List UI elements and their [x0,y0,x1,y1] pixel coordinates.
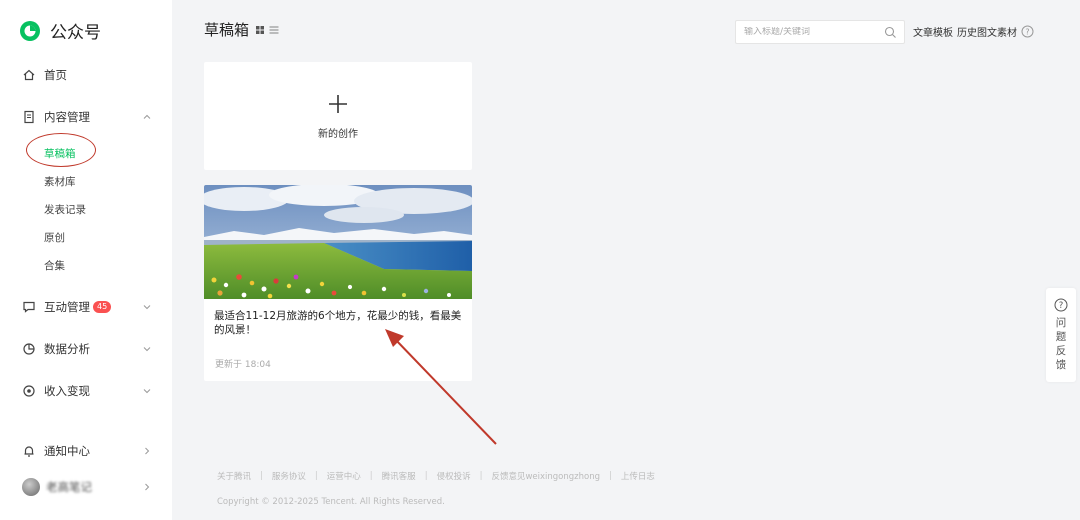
help-icon[interactable]: ? [1021,25,1034,38]
pie-chart-icon [23,343,35,355]
sidebar-subitem-publish-history[interactable]: 发表记录 [44,202,86,217]
document-icon [24,110,34,124]
new-creation-label: 新的创作 [318,128,358,140]
page-title: 草稿箱 [204,19,280,40]
sidebar-item-label: 通知中心 [44,444,90,458]
footer-separator: | [609,471,612,481]
chevron-down-icon [143,347,151,352]
sidebar-item-interaction[interactable]: 互动管理 45 [22,299,152,315]
history-materials-link[interactable]: 历史图文素材 [957,24,1017,39]
footer-link[interactable]: 腾讯客服 [382,470,416,482]
sidebar-item-content[interactable]: 内容管理 [22,109,152,125]
footer-separator: | [369,471,373,481]
sidebar-item-label: 互动管理 [44,300,90,314]
footer-link[interactable]: 运营中心 [327,470,361,482]
article-cover-image [204,185,472,299]
sidebar-item-analytics[interactable]: 数据分析 [22,341,152,357]
svg-text:?: ? [1025,27,1029,36]
footer-separator: | [314,471,318,481]
sidebar-account[interactable]: 老高笔记 [22,478,152,496]
list-view-icon[interactable] [268,25,280,35]
article-updated-time: 更新于 18:04 [215,360,271,370]
copyright: Copyright © 2012-2025 Tencent. All Right… [217,497,445,507]
home-icon [23,69,35,81]
search-icon[interactable] [884,26,897,39]
sidebar-item-label: 内容管理 [44,110,90,124]
grid-view-icon[interactable] [255,25,265,35]
question-icon: ? [1054,298,1068,312]
sidebar-subitem-materials[interactable]: 素材库 [44,174,76,189]
footer-link[interactable]: 关于腾讯 [217,470,251,482]
chevron-up-icon [143,114,151,119]
notification-badge: 45 [93,301,112,313]
sidebar-item-notifications[interactable]: 通知中心 [22,443,152,459]
sidebar-subitem-drafts[interactable]: 草稿箱 [44,146,76,161]
sidebar-subitem-original[interactable]: 原创 [44,230,65,245]
article-template-link[interactable]: 文章模板 [913,24,953,39]
feedback-button[interactable]: ? 问题反馈 [1046,288,1076,382]
wechat-logo-icon [20,20,40,41]
header-links: 文章模板 历史图文素材 ? [913,24,1034,39]
new-creation-card[interactable]: 新的创作 [204,62,472,170]
sidebar-item-label: 数据分析 [44,342,90,356]
feedback-label: 问题反馈 [1055,317,1067,371]
plus-icon [329,94,347,113]
bell-icon [24,446,34,457]
sidebar-item-label: 收入变现 [44,384,90,398]
footer-link[interactable]: 服务协议 [272,470,306,482]
search-input[interactable] [744,27,874,37]
footer-link[interactable]: 上传日志 [621,470,655,482]
svg-text:?: ? [1059,301,1064,311]
chevron-right-icon [145,483,150,491]
logo[interactable]: 公众号 [18,18,101,43]
footer-separator: | [479,471,483,481]
annotation-arrow-icon [385,329,497,445]
search-box[interactable] [735,20,905,44]
account-name: 老高笔记 [46,480,92,494]
sidebar-item-label: 首页 [44,68,67,82]
footer-separator: | [424,471,428,481]
avatar [22,478,40,496]
sidebar-item-revenue[interactable]: 收入变现 [22,383,152,399]
sidebar: 公众号 首页 内容管理 草稿箱 素材库 发表记录 原创 合集 互动管理 45 数… [0,0,172,520]
footer-link[interactable]: 反馈意见weixingongzhong [491,470,600,482]
chevron-down-icon [143,389,151,394]
page-title-text: 草稿箱 [204,21,250,39]
footer-separator: | [260,471,263,481]
footer-links: 关于腾讯 | 服务协议 | 运营中心 | 腾讯客服 | 侵权投诉 | 反馈意见w… [217,470,655,482]
app-title: 公众号 [50,23,101,43]
chevron-right-icon [145,447,150,455]
chat-icon [23,301,35,313]
footer-link[interactable]: 侵权投诉 [437,470,471,482]
coin-icon [23,385,35,397]
sidebar-item-home[interactable]: 首页 [22,67,152,83]
sidebar-subitem-collections[interactable]: 合集 [44,258,65,273]
chevron-down-icon [143,305,151,310]
